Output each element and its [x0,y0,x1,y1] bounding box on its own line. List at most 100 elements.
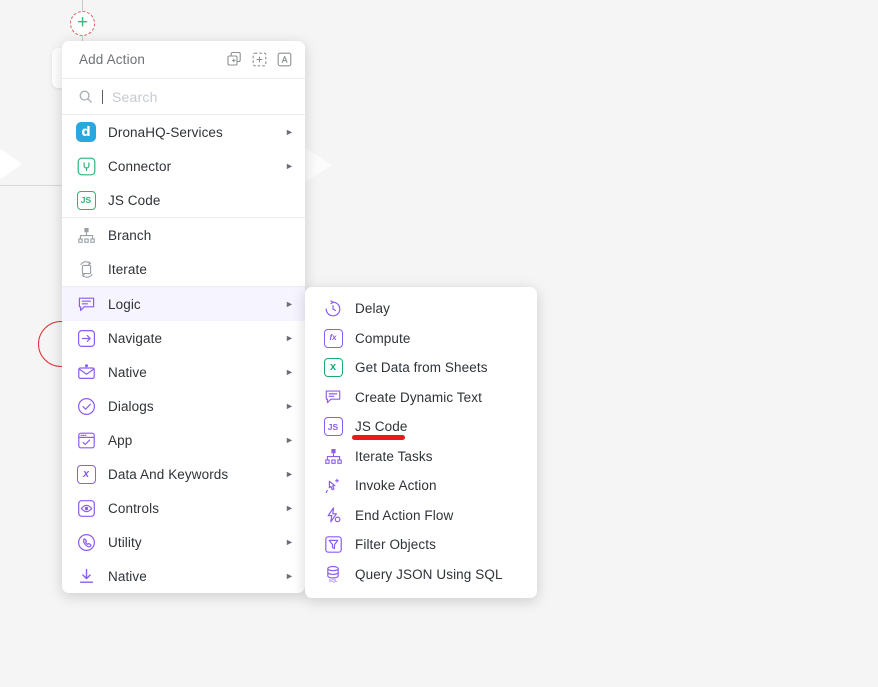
branch-tree-icon [76,225,96,245]
menu-item-label: Logic [108,296,141,312]
chevron-right-icon: ► [285,502,294,513]
utility-phone-icon [76,532,96,552]
delay-clock-icon [323,299,343,319]
invoke-action-click-icon [323,476,343,496]
menu-item-label: Branch [108,227,152,243]
add-dashed-box-icon[interactable] [251,51,268,68]
submenu-item-label: Get Data from Sheets [355,360,488,376]
menu-item-native-mail[interactable]: Native ► [62,355,305,389]
controls-eye-icon [76,498,96,518]
chevron-right-icon: ► [285,298,294,309]
submenu-item-label: Compute [355,330,411,346]
search-input[interactable]: Search [112,89,158,105]
menu-item-label: Connector [108,158,172,174]
dynamic-text-icon [323,387,343,407]
download-arrow-icon [76,566,96,586]
menu-group-2: Branch ► Iterate ► [62,218,305,287]
menu-item-dronahq-services[interactable]: d DronaHQ-Services ► [62,115,305,149]
menu-item-controls[interactable]: Controls ► [62,491,305,525]
submenu-item-compute[interactable]: fx Compute [305,324,537,354]
menu-item-connector[interactable]: Connector ► [62,149,305,183]
menu-item-dialogs[interactable]: Dialogs ► [62,389,305,423]
chevron-right-icon: ► [285,160,294,171]
svg-text:SQL: SQL [329,578,338,583]
menu-header-icons [226,51,293,68]
connector-line-horizontal [0,185,62,186]
chevron-right-icon: ► [285,570,294,581]
submenu-item-label: Invoke Action [355,478,437,494]
chevron-right-icon: ► [285,468,294,479]
menu-item-data-and-keywords[interactable]: x Data And Keywords ► [62,457,305,491]
chevron-right-icon: ► [285,332,294,343]
submenu-item-invoke-action[interactable]: Invoke Action [305,471,537,501]
menu-header: Add Action [62,41,305,79]
menu-item-label: Data And Keywords [108,466,229,482]
menu-item-js-code[interactable]: JS JS Code ► [62,183,305,217]
logic-submenu: Delay fx Compute x Get Data from Sheets … [305,287,537,598]
submenu-item-create-dynamic-text[interactable]: Create Dynamic Text [305,383,537,413]
js-code-icon: JS [76,190,96,210]
dialogs-check-circle-icon [76,396,96,416]
end-action-flow-bolt-icon [323,505,343,525]
submenu-item-get-data-from-sheets[interactable]: x Get Data from Sheets [305,353,537,383]
submenu-item-label: Filter Objects [355,537,436,553]
chevron-right-icon: ► [285,536,294,547]
chevron-right-icon: ► [285,400,294,411]
menu-item-label: Utility [108,534,142,550]
chevron-right-icon: ► [285,126,294,137]
annotate-text-icon[interactable] [276,51,293,68]
native-mail-icon [76,362,96,382]
plug-connector-icon [76,156,96,176]
search-row[interactable]: Search [62,79,305,115]
submenu-item-label: JS Code [355,419,408,435]
submenu-item-delay[interactable]: Delay [305,294,537,324]
flow-left-chevron-shape[interactable] [0,149,22,179]
menu-item-logic[interactable]: Logic ► [62,287,305,321]
menu-item-label: DronaHQ-Services [108,124,223,140]
menu-group-3: Logic ► Navigate ► Native ► Dialogs ► Ap… [62,287,305,593]
menu-item-label: Native [108,568,147,584]
add-action-menu: Add Action Search d DronaHQ-Services ► C… [62,41,305,593]
plus-icon: + [76,12,89,33]
menu-item-app[interactable]: App ► [62,423,305,457]
sheets-x-icon: x [323,358,343,378]
menu-item-label: Controls [108,500,160,516]
submenu-item-label: End Action Flow [355,507,454,523]
submenu-item-label: Create Dynamic Text [355,389,482,405]
menu-item-label: Dialogs [108,398,154,414]
menu-item-native-download[interactable]: Native ► [62,559,305,593]
dronahq-logo-icon: d [76,122,96,142]
chevron-right-icon: ► [285,434,294,445]
filter-funnel-icon [323,535,343,555]
iterate-tasks-tree-icon [323,446,343,466]
menu-item-iterate[interactable]: Iterate ► [62,252,305,286]
menu-item-label: App [108,432,133,448]
search-icon [78,89,93,104]
menu-item-label: Native [108,364,147,380]
logic-message-icon [76,294,96,314]
menu-item-branch[interactable]: Branch ► [62,218,305,252]
submenu-item-label: Query JSON Using SQL [355,566,503,582]
submenu-item-query-json-using-sql[interactable]: SQL Query JSON Using SQL [305,560,537,590]
add-node-button[interactable]: + [70,11,95,36]
iterate-loop-icon [76,259,96,279]
submenu-item-label: Iterate Tasks [355,448,433,464]
navigate-arrow-icon [76,328,96,348]
submenu-item-filter-objects[interactable]: Filter Objects [305,530,537,560]
chevron-right-icon: ► [285,366,294,377]
submenu-item-label: Delay [355,301,391,317]
menu-item-utility[interactable]: Utility ► [62,525,305,559]
data-keywords-x-icon: x [76,464,96,484]
red-underline-annotation [352,435,405,440]
menu-group-1: d DronaHQ-Services ► Connector ► JS JS C… [62,115,305,218]
flow-canvas: + Add Action Search d DronaHQ-Services ►… [0,0,878,687]
submenu-item-js-code[interactable]: JS JS Code [305,412,537,442]
app-window-icon [76,430,96,450]
text-cursor [102,89,103,104]
submenu-item-iterate-tasks[interactable]: Iterate Tasks [305,442,537,472]
menu-item-label: Navigate [108,330,163,346]
menu-item-navigate[interactable]: Navigate ► [62,321,305,355]
duplicate-add-icon[interactable] [226,51,243,68]
submenu-item-end-action-flow[interactable]: End Action Flow [305,501,537,531]
database-sql-icon: SQL [323,564,343,584]
